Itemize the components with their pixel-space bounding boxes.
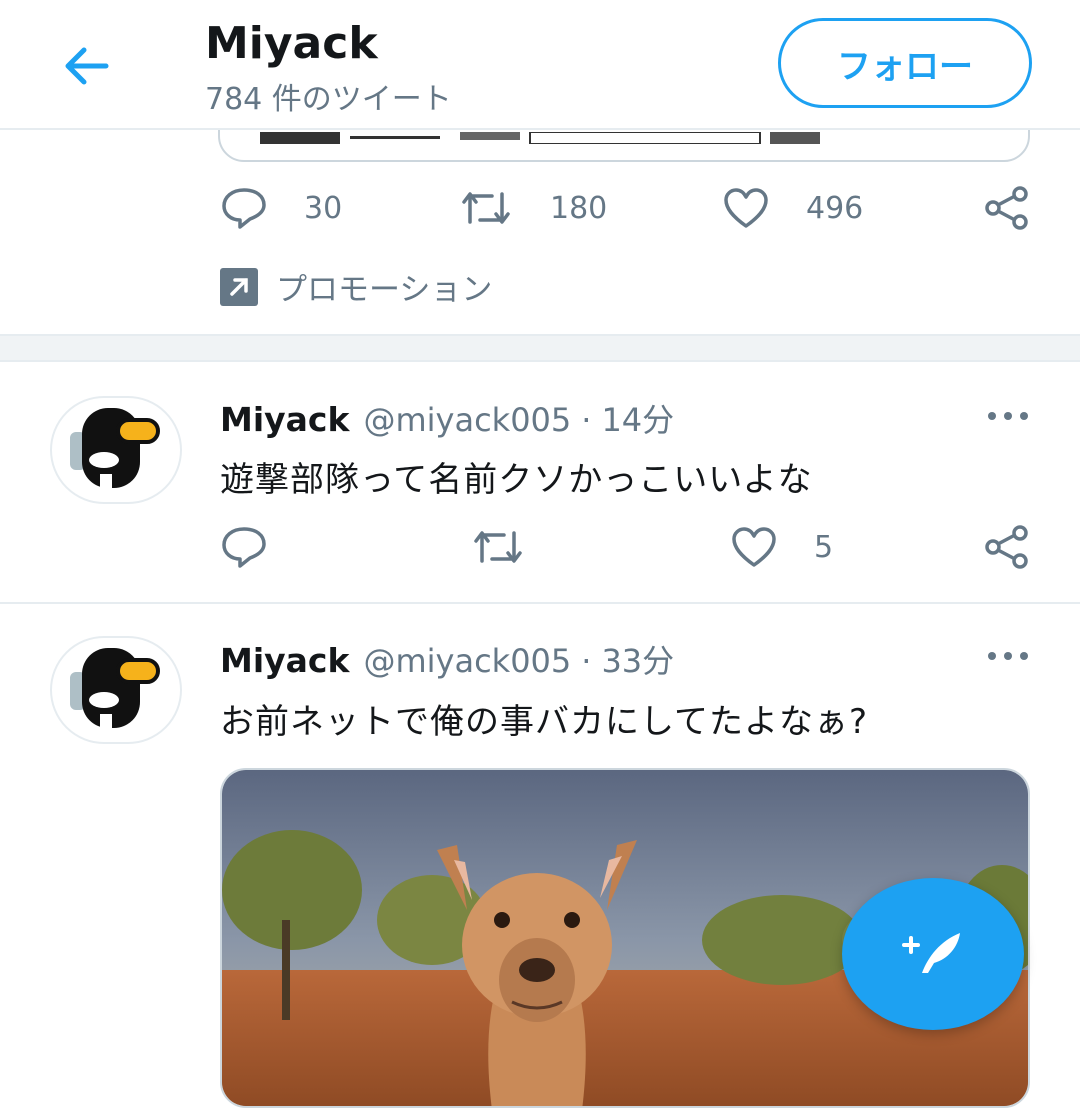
- share-icon: [984, 525, 1030, 569]
- tweet-timestamp[interactable]: 14分: [601, 395, 674, 441]
- back-arrow-icon[interactable]: [60, 42, 112, 90]
- like-count: 5: [814, 529, 834, 565]
- profile-header: Miyack 784 件のツイート フォロー: [0, 0, 1080, 130]
- share-button[interactable]: [984, 525, 1030, 569]
- promoted-icon: [220, 267, 258, 306]
- promoted-text: プロモーション: [276, 272, 493, 308]
- retweet-icon: [458, 186, 514, 230]
- like-count: 496: [806, 190, 864, 226]
- tweet-text: お前ネットで俺の事バカにしてたよなぁ?: [220, 702, 869, 742]
- tweet-text: 遊撃部隊って名前クソかっこいいよな: [220, 460, 813, 500]
- promoted-action-bar: 30 180 496: [0, 186, 1080, 246]
- avatar[interactable]: [50, 396, 182, 504]
- avatar[interactable]: [50, 636, 182, 744]
- separator-dot: ·: [581, 401, 592, 439]
- separator-dot: ·: [581, 642, 592, 680]
- follow-button[interactable]: フォロー: [778, 18, 1032, 108]
- compose-tweet-icon: [898, 927, 968, 981]
- reply-button[interactable]: 30: [220, 186, 342, 230]
- tweet-timestamp[interactable]: 33分: [601, 636, 674, 682]
- tweet-author-name[interactable]: Miyack: [220, 400, 349, 439]
- reply-count: 30: [304, 190, 343, 226]
- tweet-author-handle[interactable]: @miyack005: [363, 401, 571, 439]
- like-button[interactable]: 496: [722, 186, 863, 230]
- retweet-button[interactable]: 180: [458, 186, 607, 230]
- tweet-header: Miyack @miyack005 · 14分: [220, 395, 674, 441]
- tweet-action-bar: 5: [0, 525, 1080, 585]
- tweet-count: 784 件のツイート: [205, 82, 452, 117]
- reply-icon: [220, 186, 268, 230]
- retweet-count: 180: [550, 190, 608, 226]
- tweet-author-name[interactable]: Miyack: [220, 641, 349, 680]
- more-options-icon[interactable]: [986, 646, 1030, 666]
- section-separator: [0, 334, 1080, 362]
- reply-icon: [220, 525, 268, 569]
- tweet-divider: [0, 602, 1080, 604]
- share-icon: [984, 186, 1030, 230]
- retweet-button[interactable]: [470, 525, 526, 569]
- heart-icon: [722, 186, 770, 230]
- card-image-fragment: [260, 132, 820, 144]
- tweet-header: Miyack @miyack005 · 33分: [220, 636, 674, 682]
- reply-button[interactable]: [220, 525, 268, 569]
- heart-icon: [730, 525, 778, 569]
- promoted-label: プロモーション: [220, 264, 492, 309]
- share-button[interactable]: [984, 186, 1030, 230]
- tweet-author-handle[interactable]: @miyack005: [363, 642, 571, 680]
- compose-tweet-button[interactable]: [842, 878, 1024, 1030]
- retweet-icon: [470, 525, 526, 569]
- like-button[interactable]: 5: [730, 525, 833, 569]
- profile-name: Miyack: [205, 18, 378, 69]
- more-options-icon[interactable]: [986, 406, 1030, 426]
